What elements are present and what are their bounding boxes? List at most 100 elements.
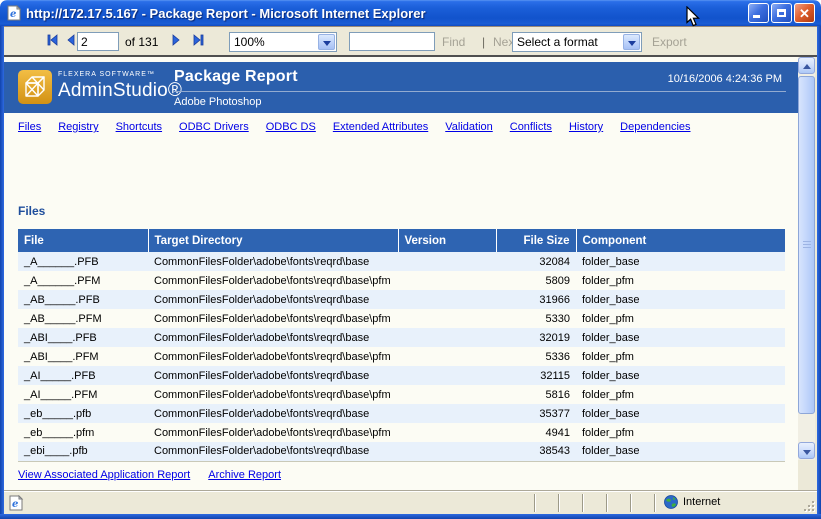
cell-file-size: 31966 (496, 290, 576, 309)
security-zone-indicator: Internet (664, 495, 720, 509)
zone-label: Internet (683, 496, 720, 508)
column-header-target-directory: Target Directory (148, 229, 398, 252)
page-number-input[interactable] (77, 32, 119, 51)
format-dropdown-arrow-icon[interactable] (623, 34, 640, 50)
chevron-up-icon (803, 64, 811, 69)
title-bar: e http://172.17.5.167 - Package Report -… (0, 0, 821, 26)
status-bar: e Internet (4, 491, 817, 514)
adminstudio-logo-icon (18, 70, 52, 104)
cell-target-directory: CommonFilesFolder\adobe\fonts\reqrd\base… (148, 271, 398, 290)
minimize-button[interactable] (748, 3, 769, 23)
section-nav-link[interactable]: History (569, 121, 603, 133)
browser-window: e http://172.17.5.167 - Package Report -… (0, 0, 821, 519)
cell-target-directory: CommonFilesFolder\adobe\fonts\reqrd\base (148, 404, 398, 423)
close-button[interactable]: ✕ (794, 3, 815, 23)
report-toolbar: of 131 100% Find | Next Select a format … (4, 26, 817, 57)
zoom-select[interactable]: 100% (229, 32, 337, 52)
cell-component: folder_base (576, 290, 785, 309)
cell-version (398, 442, 496, 461)
maximize-button[interactable] (771, 3, 792, 23)
cell-component: folder_pfm (576, 347, 785, 366)
find-text-input[interactable] (349, 32, 435, 51)
cell-file: _eb_____.pfb (18, 404, 148, 423)
cell-file-size: 35377 (496, 404, 576, 423)
cell-target-directory: CommonFilesFolder\adobe\fonts\reqrd\base (148, 252, 398, 271)
table-row: _A______.PFB CommonFilesFolder\adobe\fon… (18, 252, 785, 271)
svg-text:e: e (10, 9, 16, 20)
section-nav-link[interactable]: Files (18, 121, 41, 133)
cell-target-directory: CommonFilesFolder\adobe\fonts\reqrd\base… (148, 309, 398, 328)
find-button[interactable]: Find (442, 35, 465, 49)
footer-report-link[interactable]: Archive Report (208, 469, 281, 481)
cell-component: folder_pfm (576, 309, 785, 328)
cell-file: _eb_____.pfm (18, 423, 148, 442)
cell-version (398, 271, 496, 290)
cell-file-size: 5330 (496, 309, 576, 328)
footer-report-link[interactable]: View Associated Application Report (18, 469, 190, 481)
section-nav-link[interactable]: ODBC Drivers (179, 121, 249, 133)
column-header-version: Version (398, 229, 496, 252)
cell-component: folder_base (576, 328, 785, 347)
export-button[interactable]: Export (652, 35, 687, 49)
section-nav-link[interactable]: Conflicts (510, 121, 552, 133)
page-total-label: of 131 (125, 35, 158, 49)
files-section-title: Files (18, 204, 45, 218)
column-header-component: Component (576, 229, 785, 252)
internet-globe-icon (664, 495, 678, 509)
section-nav-link[interactable]: Extended Attributes (333, 121, 428, 133)
cell-file: _ebi____.pfb (18, 442, 148, 461)
zoom-dropdown-arrow-icon[interactable] (318, 34, 335, 50)
first-page-button[interactable] (45, 32, 61, 48)
cell-component: folder_base (576, 252, 785, 271)
section-nav-link[interactable]: Shortcuts (116, 121, 162, 133)
header-divider (174, 91, 786, 92)
section-nav-link[interactable]: Registry (58, 121, 98, 133)
zoom-value: 100% (234, 35, 265, 49)
column-header-file-size: File Size (496, 229, 576, 252)
cell-file-size: 5336 (496, 347, 576, 366)
cell-file-size: 32019 (496, 328, 576, 347)
cell-target-directory: CommonFilesFolder\adobe\fonts\reqrd\base (148, 442, 398, 461)
resize-grip[interactable] (803, 500, 816, 513)
last-page-button[interactable] (190, 32, 206, 48)
cell-file-size: 32115 (496, 366, 576, 385)
scroll-down-button[interactable] (798, 442, 815, 459)
section-nav-link[interactable]: Dependencies (620, 121, 690, 133)
svg-text:e: e (12, 499, 18, 510)
next-page-button[interactable] (168, 32, 184, 48)
cell-version (398, 404, 496, 423)
cell-target-directory: CommonFilesFolder\adobe\fonts\reqrd\base… (148, 385, 398, 404)
window-border-left (0, 26, 4, 519)
ie-page-icon: e (6, 5, 22, 21)
statusbar-pane-divider (654, 494, 656, 512)
section-nav-link[interactable]: Validation (445, 121, 493, 133)
vertical-scrollbar[interactable] (798, 57, 815, 460)
cell-component: folder_pfm (576, 271, 785, 290)
cell-file-size: 4941 (496, 423, 576, 442)
cell-file-size: 5809 (496, 271, 576, 290)
cell-target-directory: CommonFilesFolder\adobe\fonts\reqrd\base (148, 290, 398, 309)
table-row: _ebi____.pfb CommonFilesFolder\adobe\fon… (18, 442, 785, 461)
statusbar-pane-divider (558, 494, 560, 512)
export-format-value: Select a format (517, 35, 598, 49)
statusbar-pane-divider (582, 494, 584, 512)
cell-file: _AI_____.PFB (18, 366, 148, 385)
cell-target-directory: CommonFilesFolder\adobe\fonts\reqrd\base (148, 366, 398, 385)
cell-version (398, 385, 496, 404)
section-nav: Files Registry Shortcuts ODBC Drivers ODBC D… (18, 121, 691, 133)
scrollbar-thumb[interactable] (798, 76, 815, 414)
cell-file: _AI_____.PFM (18, 385, 148, 404)
cell-file: _AB_____.PFB (18, 290, 148, 309)
export-format-select[interactable]: Select a format (512, 32, 642, 52)
scrollbar-grip-icon (803, 241, 811, 249)
cell-target-directory: CommonFilesFolder\adobe\fonts\reqrd\base… (148, 423, 398, 442)
cell-version (398, 347, 496, 366)
cell-file: _ABI____.PFB (18, 328, 148, 347)
report-page: FLEXERA SOFTWARE™ AdminStudio® Package R… (4, 57, 798, 491)
scroll-up-button[interactable] (798, 57, 815, 74)
cell-version (398, 252, 496, 271)
brand-product: AdminStudio® (58, 81, 182, 100)
statusbar-pane-divider (534, 494, 536, 512)
cell-file: _A______.PFM (18, 271, 148, 290)
section-nav-link[interactable]: ODBC DS (266, 121, 316, 133)
